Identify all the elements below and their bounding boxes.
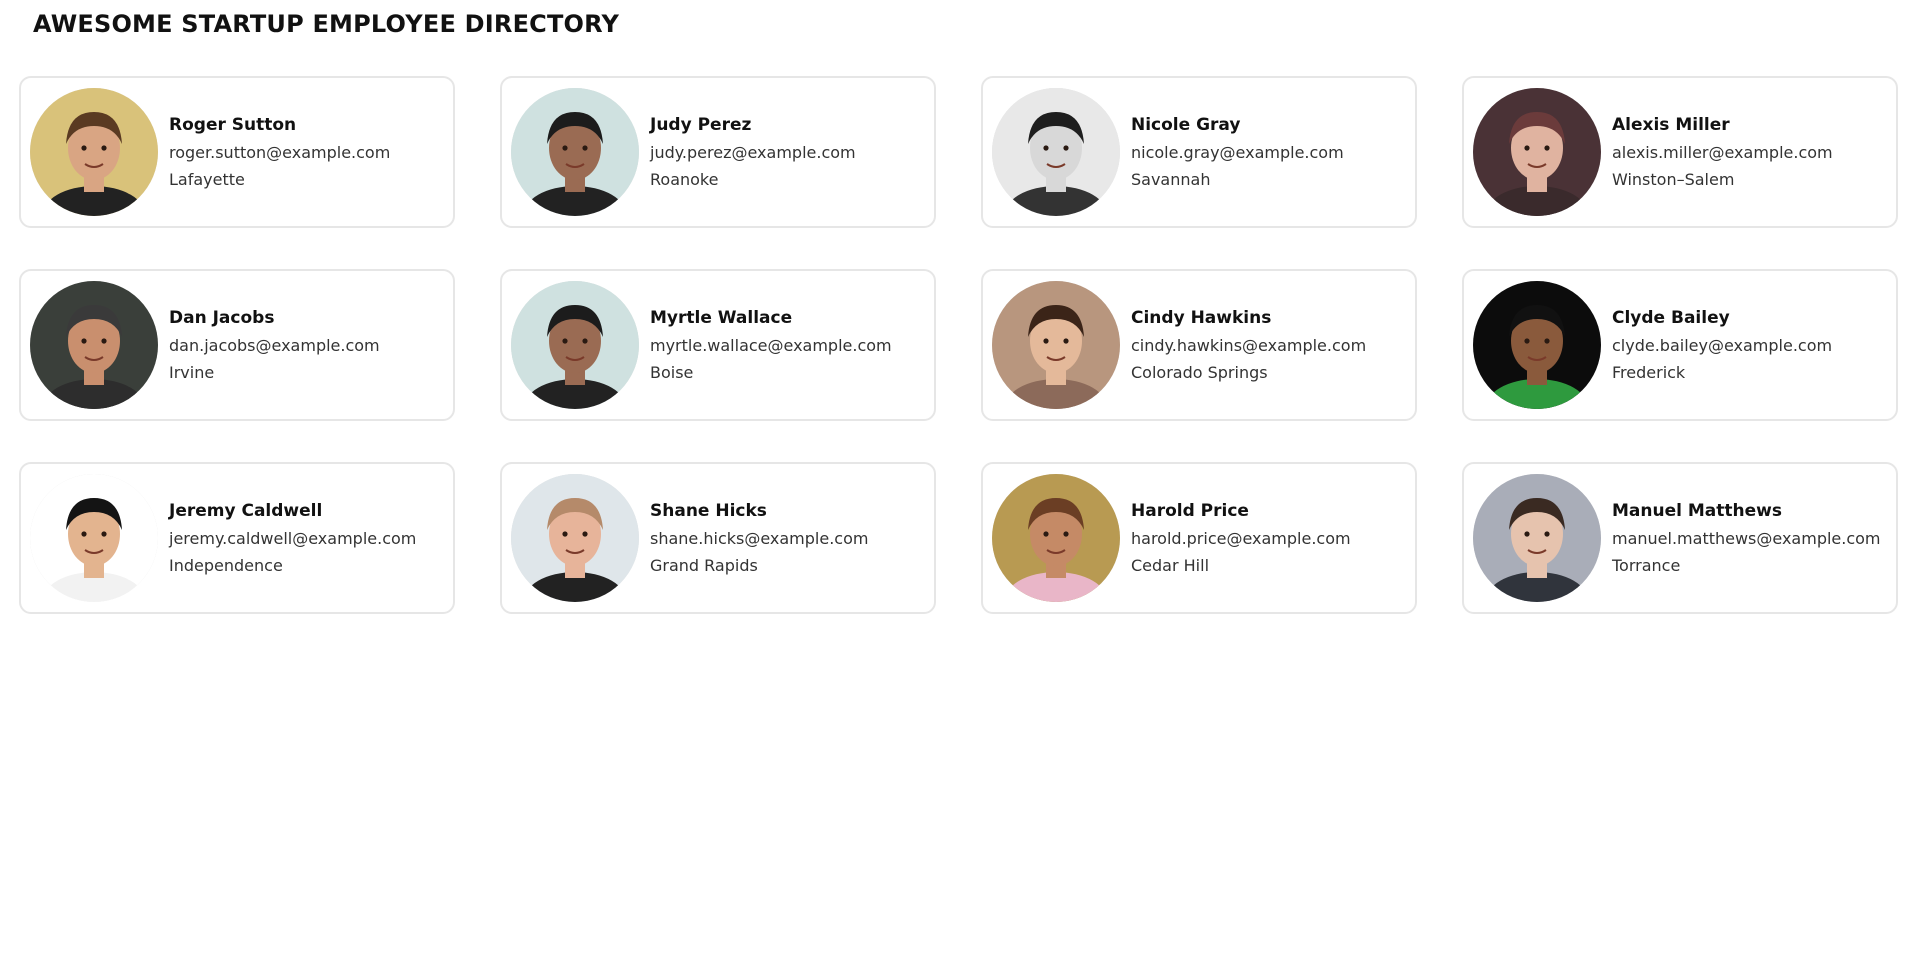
employee-name: Clyde Bailey — [1612, 307, 1730, 328]
employee-card[interactable]: Alexis Miller alexis.miller@example.com Wi… — [1462, 76, 1898, 228]
employee-name: Nicole Gray — [1131, 114, 1241, 135]
employee-info: Shane Hicks shane.hicks@example.com Grand … — [650, 498, 868, 579]
avatar-eye-right — [582, 338, 588, 344]
employee-city: Winston–Salem — [1612, 169, 1735, 189]
employee-card[interactable]: Clyde Bailey clyde.bailey@example.com Fred… — [1462, 269, 1898, 421]
employee-name: Cindy Hawkins — [1131, 307, 1272, 328]
employee-name: Myrtle Wallace — [650, 307, 793, 328]
employee-name: Shane Hicks — [650, 500, 767, 521]
avatar-eye-left — [1043, 145, 1049, 151]
employee-info: Cindy Hawkins cindy.hawkins@example.com Co… — [1131, 305, 1366, 386]
avatar-eye-right — [1544, 145, 1550, 151]
avatar-eye-left — [81, 338, 87, 344]
employee-info: Manuel Matthews manuel.matthews@example.c… — [1612, 498, 1881, 579]
employee-city: Irvine — [169, 362, 215, 382]
employee-email: roger.sutton@example.com — [169, 142, 391, 162]
employee-card[interactable]: Manuel Matthews manuel.matthews@example.c… — [1462, 462, 1898, 614]
employee-card[interactable]: Shane Hicks shane.hicks@example.com Grand … — [500, 462, 936, 614]
employee-name: Alexis Miller — [1612, 114, 1730, 135]
employee-email: harold.price@example.com — [1131, 528, 1351, 548]
employee-info: Clyde Bailey clyde.bailey@example.com Fred… — [1612, 305, 1832, 386]
employee-card[interactable]: Judy Perez judy.perez@example.com Roanoke — [500, 76, 936, 228]
employee-city: Independence — [169, 555, 283, 575]
employee-info: Jeremy Caldwell jeremy.caldwell@example.c… — [169, 498, 416, 579]
employee-city: Colorado Springs — [1131, 362, 1268, 382]
employee-email: jeremy.caldwell@example.com — [169, 528, 417, 548]
avatar-eye-left — [562, 145, 568, 151]
avatar-eye-left — [562, 531, 568, 537]
avatar — [511, 281, 639, 409]
employee-city: Lafayette — [169, 169, 245, 189]
avatar — [30, 88, 158, 216]
employee-email: cindy.hawkins@example.com — [1131, 335, 1367, 355]
avatar-eye-right — [1544, 531, 1550, 537]
employee-city: Boise — [650, 362, 694, 382]
employee-email: shane.hicks@example.com — [650, 528, 869, 548]
employee-email: manuel.matthews@example.com — [1612, 528, 1881, 548]
employee-card[interactable]: Harold Price harold.price@example.com Ceda… — [981, 462, 1417, 614]
avatar — [511, 88, 639, 216]
avatar — [1473, 88, 1601, 216]
avatar-eye-left — [562, 338, 568, 344]
employee-info: Nicole Gray nicole.gray@example.com Savann… — [1131, 112, 1344, 193]
employee-city: Frederick — [1612, 362, 1686, 382]
avatar-eye-right — [1063, 531, 1069, 537]
avatar — [30, 474, 158, 602]
avatar-eye-left — [1524, 531, 1530, 537]
avatar-eye-right — [101, 338, 107, 344]
employee-name: Jeremy Caldwell — [169, 500, 323, 521]
avatar-eye-right — [101, 145, 107, 151]
avatar — [511, 474, 639, 602]
employee-email: clyde.bailey@example.com — [1612, 335, 1833, 355]
avatar-eye-left — [1043, 338, 1049, 344]
avatar-eye-left — [81, 145, 87, 151]
employee-email: dan.jacobs@example.com — [169, 335, 380, 355]
avatar — [992, 281, 1120, 409]
avatar-eye-left — [81, 531, 87, 537]
avatar — [30, 281, 158, 409]
avatar-eye-left — [1524, 145, 1530, 151]
avatar-eye-right — [1063, 338, 1069, 344]
employee-info: Alexis Miller alexis.miller@example.com Wi… — [1612, 112, 1833, 193]
employee-card[interactable]: Roger Sutton roger.sutton@example.com Lafa… — [19, 76, 455, 228]
employee-city: Torrance — [1612, 555, 1681, 575]
avatar — [992, 88, 1120, 216]
employee-info: Myrtle Wallace myrtle.wallace@example.com… — [650, 305, 892, 386]
employee-city: Roanoke — [650, 169, 719, 189]
employee-city: Savannah — [1131, 169, 1211, 189]
employee-name: Judy Perez — [650, 114, 752, 135]
avatar-eye-right — [582, 145, 588, 151]
employee-card[interactable]: Nicole Gray nicole.gray@example.com Savann… — [981, 76, 1417, 228]
employee-card[interactable]: Jeremy Caldwell jeremy.caldwell@example.c… — [19, 462, 455, 614]
avatar-eye-right — [101, 531, 107, 537]
employee-card[interactable]: Myrtle Wallace myrtle.wallace@example.com… — [500, 269, 936, 421]
avatar-eye-right — [582, 531, 588, 537]
employee-name: Dan Jacobs — [169, 307, 275, 328]
avatar — [1473, 281, 1601, 409]
employee-city: Grand Rapids — [650, 555, 758, 575]
avatar — [992, 474, 1120, 602]
employee-name: Manuel Matthews — [1612, 500, 1782, 521]
employee-info: Roger Sutton roger.sutton@example.com Lafa… — [169, 112, 390, 193]
avatar-eye-left — [1043, 531, 1049, 537]
employee-email: judy.perez@example.com — [650, 142, 856, 162]
employee-card[interactable]: Dan Jacobs dan.jacobs@example.com Irvine — [19, 269, 455, 421]
employee-name: Harold Price — [1131, 500, 1249, 521]
page-title: AWESOME STARTUP EMPLOYEE DIRECTORY — [33, 10, 620, 38]
employee-info: Harold Price harold.price@example.com Ceda… — [1131, 498, 1351, 579]
employee-grid: Roger Sutton roger.sutton@example.com Lafa… — [19, 76, 1898, 614]
avatar-eye-right — [1544, 338, 1550, 344]
avatar-eye-right — [1063, 145, 1069, 151]
employee-name: Roger Sutton — [169, 114, 297, 135]
employee-email: myrtle.wallace@example.com — [650, 335, 892, 355]
avatar — [1473, 474, 1601, 602]
employee-info: Judy Perez judy.perez@example.com Roanoke — [650, 112, 856, 193]
employee-email: alexis.miller@example.com — [1612, 142, 1833, 162]
employee-card[interactable]: Cindy Hawkins cindy.hawkins@example.com Co… — [981, 269, 1417, 421]
employee-city: Cedar Hill — [1131, 555, 1210, 575]
employee-info: Dan Jacobs dan.jacobs@example.com Irvine — [169, 305, 380, 386]
avatar-eye-left — [1524, 338, 1530, 344]
employee-email: nicole.gray@example.com — [1131, 142, 1344, 162]
